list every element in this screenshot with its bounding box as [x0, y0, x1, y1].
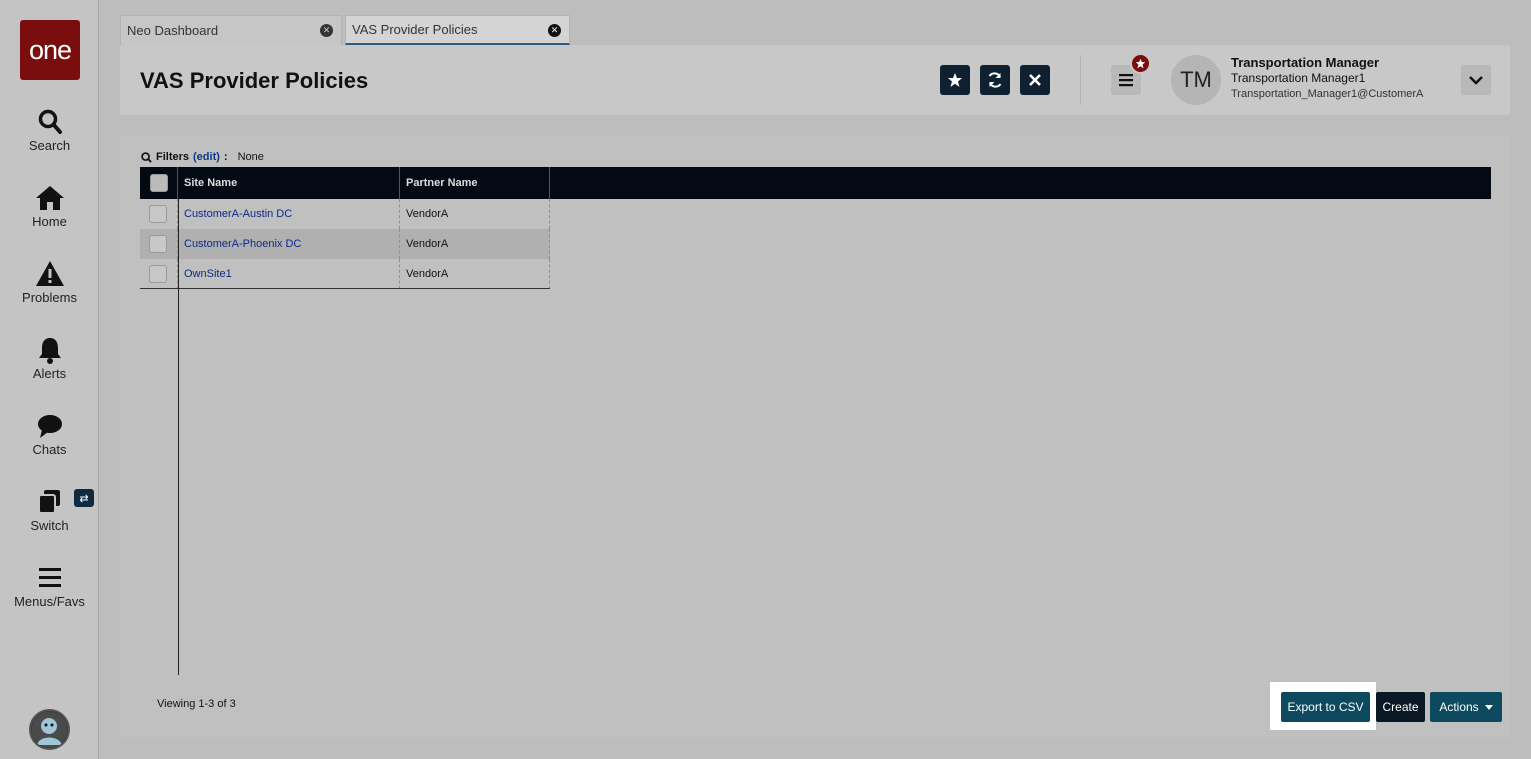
user-name: Transportation Manager	[1231, 55, 1380, 70]
sidebar-item-home[interactable]: Home	[0, 184, 99, 229]
list-icon	[1119, 74, 1133, 87]
row-checkbox[interactable]	[149, 265, 167, 283]
chat-icon	[0, 412, 99, 440]
close-icon[interactable]: ✕	[548, 24, 561, 37]
sidebar-item-label: Alerts	[32, 366, 67, 381]
sidebar-item-menus-favs[interactable]: Menus/Favs	[0, 564, 99, 609]
bell-icon	[0, 336, 99, 364]
table-row: CustomerA-Austin DC VendorA	[140, 199, 550, 229]
tab-label: VAS Provider Policies	[352, 22, 478, 37]
caret-down-icon	[1484, 704, 1493, 710]
sidebar-item-label: Chats	[32, 442, 67, 457]
sidebar-item-label: Problems	[22, 290, 77, 305]
content-panel: Filters (edit): None Site Name Partner N…	[120, 135, 1510, 739]
filters-label: Filters	[156, 151, 190, 163]
partner-name-cell: VendorA	[406, 268, 449, 280]
sidebar-item-label: Home	[32, 214, 67, 229]
site-name-link[interactable]: OwnSite1	[184, 268, 232, 280]
sidebar-item-label: Switch	[30, 518, 69, 533]
header-divider	[1080, 55, 1081, 105]
row-select-cell	[140, 229, 178, 259]
table-row: OwnSite1 VendorA	[140, 259, 550, 289]
filters-colon: :	[223, 151, 228, 163]
filters-edit-link[interactable]: (edit)	[193, 151, 220, 163]
user-role: Transportation Manager1	[1231, 71, 1366, 85]
page-title: VAS Provider Policies	[140, 68, 369, 93]
favorite-button[interactable]	[940, 65, 970, 95]
favorites-badge[interactable]	[1130, 53, 1151, 74]
sidebar-item-alerts[interactable]: Alerts	[0, 336, 99, 381]
site-name-link[interactable]: CustomerA-Austin DC	[184, 208, 292, 220]
column-header-site-name[interactable]: Site Name	[178, 167, 400, 199]
assistant-avatar[interactable]	[29, 709, 70, 750]
filters-value: None	[237, 151, 264, 163]
row-checkbox[interactable]	[149, 205, 167, 223]
filters-bar: Filters (edit): None	[141, 151, 264, 163]
table-row: CustomerA-Phoenix DC VendorA	[140, 229, 550, 259]
frozen-column-divider	[178, 199, 179, 675]
warning-icon	[0, 260, 99, 288]
partner-name-cell: VendorA	[406, 238, 449, 250]
sidebar-item-problems[interactable]: Problems	[0, 260, 99, 305]
tab-neo-dashboard[interactable]: Neo Dashboard ✕	[120, 15, 342, 45]
viewing-count: Viewing 1-3 of 3	[157, 698, 236, 710]
refresh-icon	[988, 72, 1002, 88]
close-icon	[1029, 74, 1041, 86]
grid-bottom-border	[140, 288, 550, 289]
star-icon	[1135, 58, 1146, 69]
export-to-csv-button[interactable]: Export to CSV	[1281, 692, 1370, 722]
sidebar-item-chats[interactable]: Chats	[0, 412, 99, 457]
select-all-checkbox[interactable]	[150, 174, 168, 192]
app-logo[interactable]: one	[20, 20, 80, 80]
actions-button[interactable]: Actions	[1430, 692, 1502, 722]
sidebar-item-label: Search	[28, 138, 71, 153]
sidebar-item-label: Menus/Favs	[14, 594, 85, 609]
home-icon	[0, 184, 99, 212]
page-header: VAS Provider Policies TM Transportation …	[120, 45, 1510, 115]
tab-label: Neo Dashboard	[127, 23, 219, 38]
sidebar: one Search Home Problems Alerts Chats Sw…	[0, 0, 99, 759]
user-avatar[interactable]: TM	[1171, 55, 1221, 105]
row-checkbox[interactable]	[149, 235, 167, 253]
row-select-cell	[140, 259, 178, 289]
select-all-cell	[140, 167, 178, 199]
close-icon[interactable]: ✕	[320, 24, 333, 37]
star-icon	[948, 73, 962, 87]
chevron-down-icon	[1469, 76, 1483, 85]
hamburger-icon	[0, 564, 99, 592]
grid-header: Site Name Partner Name	[140, 167, 1491, 199]
user-email: Transportation_Manager1@CustomerA	[1231, 88, 1424, 100]
column-header-partner-name[interactable]: Partner Name	[400, 167, 550, 199]
switch-badge-icon[interactable]: ⇄	[74, 489, 94, 507]
tab-vas-provider-policies[interactable]: VAS Provider Policies ✕	[345, 15, 570, 45]
search-icon	[141, 151, 152, 163]
user-menu-dropdown[interactable]	[1461, 65, 1491, 95]
row-select-cell	[140, 199, 178, 229]
site-name-link[interactable]: CustomerA-Phoenix DC	[184, 238, 301, 250]
search-icon	[0, 108, 99, 136]
partner-name-cell: VendorA	[406, 208, 449, 220]
create-button[interactable]: Create	[1376, 692, 1425, 722]
refresh-button[interactable]	[980, 65, 1010, 95]
actions-label: Actions	[1439, 700, 1479, 714]
sidebar-item-search[interactable]: Search	[0, 108, 99, 153]
close-page-button[interactable]	[1020, 65, 1050, 95]
